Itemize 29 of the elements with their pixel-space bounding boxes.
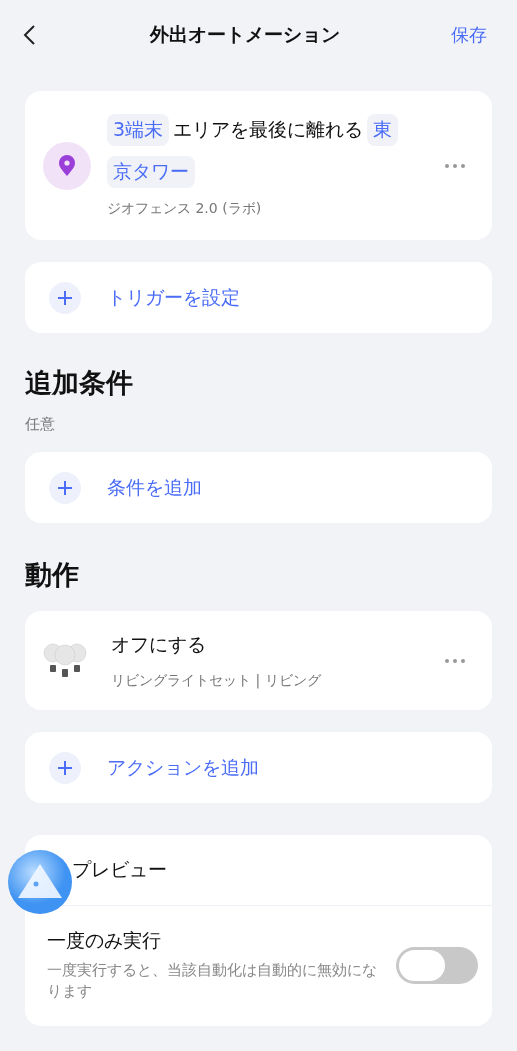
more-icon[interactable] bbox=[444, 162, 466, 169]
trigger-card[interactable]: 3端末 エリアを最後に離れる 東 京タワー ジオフェンス 2.0 (ラボ) bbox=[25, 91, 492, 240]
assistant-bubble-icon[interactable] bbox=[8, 850, 72, 914]
setting-title: 一度のみ実行 bbox=[47, 928, 162, 953]
trigger-parameter[interactable]: 京タワー bbox=[107, 155, 195, 188]
add-row[interactable]: アクションを追加 bbox=[25, 732, 492, 803]
plus-icon bbox=[49, 471, 81, 504]
trigger-parameter[interactable]: 3端末 bbox=[107, 113, 170, 146]
section-note: 任意 bbox=[25, 415, 56, 434]
trigger-subtitle: ジオフェンス 2.0 (ラボ) bbox=[107, 199, 263, 218]
action-title: オフにする bbox=[111, 631, 207, 657]
plus-icon bbox=[49, 281, 81, 314]
trigger-text: エリアを最後に離れる bbox=[173, 116, 364, 142]
section-heading: 追加条件 bbox=[25, 366, 134, 400]
save-button[interactable]: 保存 bbox=[451, 23, 487, 47]
page-title: 外出オートメーション bbox=[148, 22, 341, 47]
trigger-parameter[interactable]: 東 bbox=[367, 113, 399, 146]
back-icon[interactable] bbox=[22, 23, 38, 47]
add-row[interactable]: トリガーを設定 bbox=[25, 262, 492, 333]
section-heading: 動作 bbox=[25, 558, 80, 592]
add-row[interactable]: 条件を追加 bbox=[25, 452, 492, 523]
setting-description: 一度実行すると、当該自動化は自動的に無効になります bbox=[47, 960, 377, 1002]
plus-icon bbox=[49, 751, 81, 784]
toggle-switch[interactable] bbox=[396, 946, 478, 984]
preview-label[interactable]: プレビュー bbox=[72, 857, 167, 883]
action-card[interactable]: オフにする リビングライトセット | リビング bbox=[25, 611, 492, 710]
location-pin-icon bbox=[43, 141, 91, 190]
action-subtitle: リビングライトセット | リビング bbox=[111, 671, 322, 690]
more-icon[interactable] bbox=[444, 657, 466, 664]
